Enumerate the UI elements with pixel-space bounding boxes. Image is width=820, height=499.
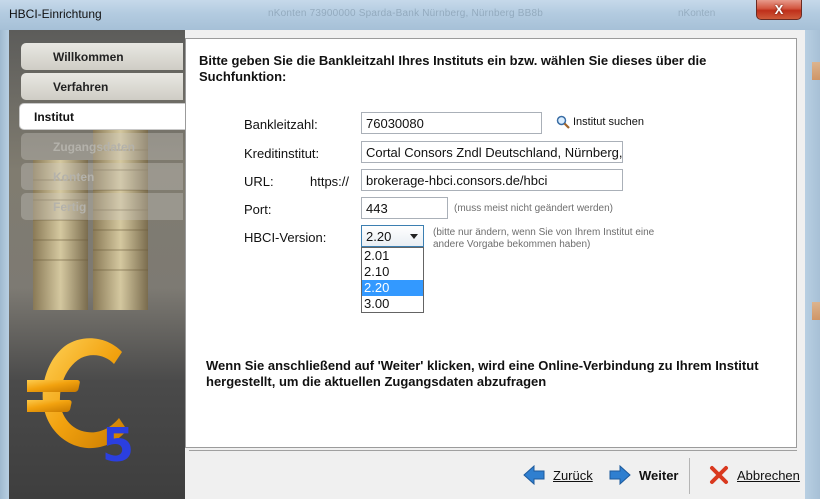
background-window-edge xyxy=(812,302,820,320)
port-hint: (muss meist nicht geändert werden) xyxy=(454,203,613,214)
background-window-edge xyxy=(812,62,820,80)
kreditinstitut-field[interactable]: Cortal Consors Zndl Deutschland, Nürnber… xyxy=(361,141,623,163)
url-input[interactable]: brokerage-hbci.consors.de/hbci xyxy=(361,169,623,191)
port-label: Port: xyxy=(244,202,272,217)
search-link-label: Institut suchen xyxy=(573,116,644,128)
logo-digit: 5 xyxy=(102,418,135,472)
dialog-client: Willkommen Verfahren Institut Zugangsdat… xyxy=(9,30,805,499)
hbci-version-dropdown: 2.01 2.10 2.20 3.00 xyxy=(361,247,424,313)
cancel-button[interactable]: Abbrechen xyxy=(709,460,800,490)
background-window-text: nKonten xyxy=(678,8,716,19)
version-option[interactable]: 2.10 xyxy=(362,264,423,280)
wizard-sidebar: Willkommen Verfahren Institut Zugangsdat… xyxy=(9,30,185,499)
kreditinstitut-label: Kreditinstitut: xyxy=(244,146,320,161)
content-panel: Bitte geben Sie die Bankleitzahl Ihres I… xyxy=(185,38,797,448)
version-option[interactable]: 3.00 xyxy=(362,296,423,312)
hbci-version-value: 2.20 xyxy=(366,229,392,244)
window-frame-right xyxy=(805,30,820,499)
next-button-label: Weiter xyxy=(639,467,679,483)
institut-search-link[interactable]: Institut suchen xyxy=(556,115,644,129)
next-button[interactable]: Weiter xyxy=(609,460,679,490)
version-hint: (bitte nur ändern, wenn Sie von Ihrem In… xyxy=(433,227,655,250)
version-option[interactable]: 2.01 xyxy=(362,248,423,264)
back-button-label: Zurück xyxy=(553,467,593,483)
port-input[interactable]: 443 xyxy=(361,197,448,219)
magnifier-icon xyxy=(556,115,570,129)
arrow-right-icon xyxy=(609,465,631,485)
back-button[interactable]: Zurück xyxy=(523,460,593,490)
nav-item-zugangsdaten: Zugangsdaten xyxy=(21,133,183,160)
nav-item-label: Zugangsdaten xyxy=(53,139,136,154)
url-prefix: https:// xyxy=(310,174,350,189)
close-button[interactable]: X xyxy=(756,0,802,20)
nav-item-label: Verfahren xyxy=(53,79,109,94)
info-note: Wenn Sie anschließend auf 'Weiter' klick… xyxy=(206,358,759,389)
window-frame-left xyxy=(0,30,9,499)
page-heading: Bitte geben Sie die Bankleitzahl Ihres I… xyxy=(199,53,707,84)
nav-item-label: Konten xyxy=(53,169,95,184)
blz-input[interactable]: 76030080 xyxy=(361,112,542,134)
hbci-version-select[interactable]: 2.20 xyxy=(361,225,424,247)
url-label: URL: xyxy=(244,174,274,189)
version-option-selected[interactable]: 2.20 xyxy=(362,280,423,296)
background-window-title: nKonten 73900000 Sparda-Bank Nürnberg, N… xyxy=(268,8,544,19)
nav-item-konten: Konten xyxy=(21,163,183,190)
nav-item-label: Willkommen xyxy=(53,49,124,64)
blz-label: Bankleitzahl: xyxy=(244,117,318,132)
nav-item-verfahren[interactable]: Verfahren xyxy=(21,73,183,100)
title-bar: HBCI-Einrichtung nKonten 73900000 Sparda… xyxy=(0,0,820,30)
close-icon: X xyxy=(774,2,784,17)
nav-item-institut[interactable]: Institut xyxy=(19,103,185,130)
nav-item-fertig: Fertig xyxy=(21,193,183,220)
cancel-x-icon xyxy=(710,466,728,484)
button-bar-separator xyxy=(189,450,797,451)
arrow-left-icon xyxy=(523,465,545,485)
cancel-button-label: Abbrechen xyxy=(737,467,800,483)
nav-item-label: Institut xyxy=(34,109,74,124)
nav-item-willkommen[interactable]: Willkommen xyxy=(21,43,183,70)
chevron-down-icon xyxy=(410,234,418,239)
button-divider xyxy=(689,458,690,494)
hbci-version-label: HBCI-Version: xyxy=(244,230,327,245)
nav-item-label: Fertig xyxy=(53,199,87,214)
window-title: HBCI-Einrichtung xyxy=(9,7,102,21)
